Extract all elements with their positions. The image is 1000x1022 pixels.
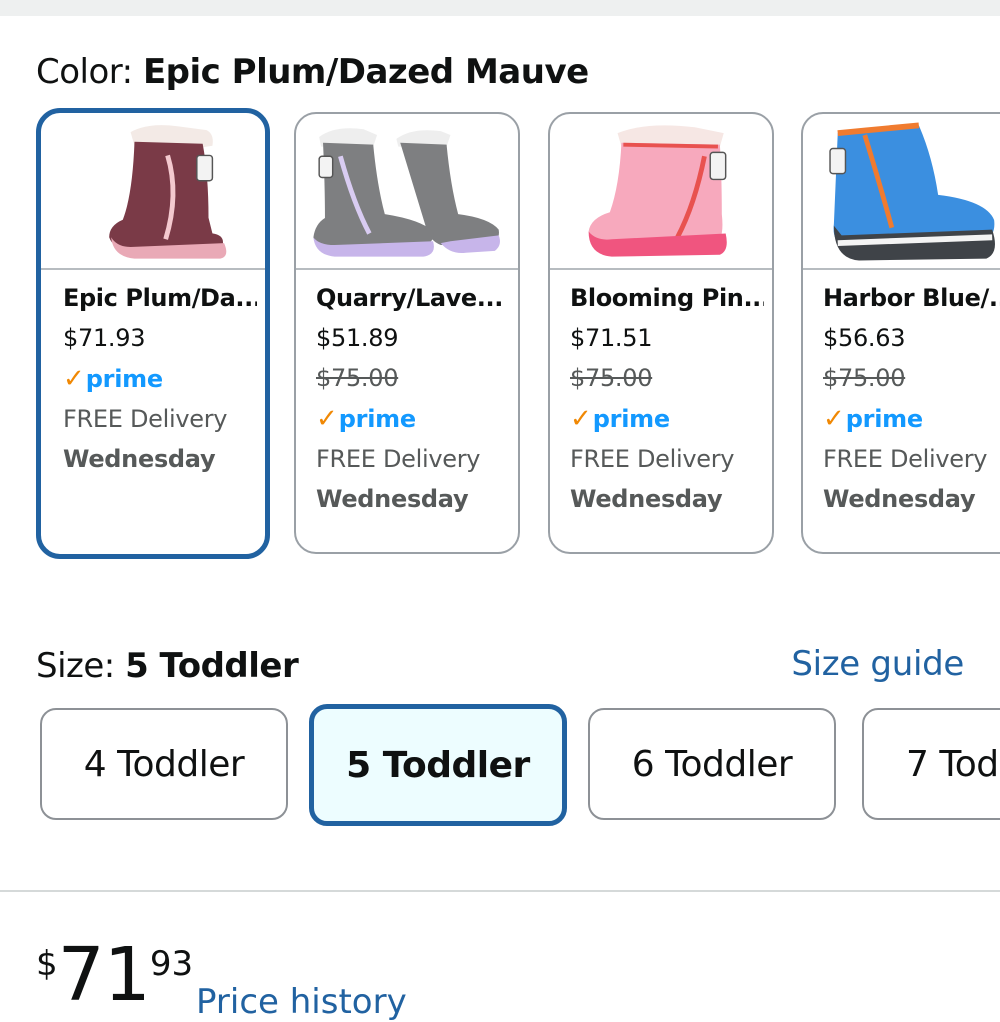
swatch-image bbox=[41, 113, 265, 270]
swatch-price: $71.51 bbox=[570, 324, 653, 352]
swatch-price: $51.89 bbox=[316, 324, 399, 352]
prime-wordmark: prime bbox=[85, 365, 163, 393]
color-label: Color: bbox=[36, 52, 143, 92]
size-option-4-toddler[interactable]: 4 Toddler bbox=[40, 708, 288, 820]
prime-check-icon: ✓ bbox=[316, 404, 338, 434]
prime-check-icon: ✓ bbox=[570, 404, 592, 434]
delivery-day: Wednesday bbox=[316, 485, 469, 513]
swatch-name: Harbor Blue/... bbox=[823, 284, 1000, 312]
swatch-list-price: $75.00 bbox=[823, 364, 906, 392]
price-whole: 71 bbox=[57, 932, 151, 1018]
swatch-card-blooming-pink[interactable]: Blooming Pin... $71.51 $75.00 ✓ prime FRE… bbox=[548, 112, 774, 554]
swatch-info: Blooming Pin... $71.51 $75.00 ✓ prime FRE… bbox=[570, 282, 764, 514]
size-selector: 4 Toddler 5 Toddler 6 Toddler 7 Toddler bbox=[0, 702, 1000, 830]
size-option-7-toddler[interactable]: 7 Toddler bbox=[862, 708, 1000, 820]
color-swatch-carousel: Epic Plum/Da... $71.93 ✓ prime FREE Deliv… bbox=[0, 106, 1000, 566]
swatch-image bbox=[803, 114, 1000, 270]
boot-image bbox=[109, 125, 227, 259]
prime-wordmark: prime bbox=[338, 405, 416, 433]
delivery-day: Wednesday bbox=[63, 445, 216, 473]
swatch-image bbox=[296, 114, 518, 270]
color-heading: Color: Epic Plum/Dazed Mauve bbox=[36, 52, 589, 92]
boot-image bbox=[313, 128, 500, 257]
size-selected-value: 5 Toddler bbox=[125, 646, 299, 686]
prime-wordmark: prime bbox=[592, 405, 670, 433]
prime-badge: ✓ prime bbox=[316, 404, 510, 434]
prime-check-icon: ✓ bbox=[63, 364, 85, 394]
swatch-info: Harbor Blue/... $56.63 $75.00 ✓ prime FRE… bbox=[823, 282, 1000, 514]
delivery-text: FREE Delivery bbox=[570, 445, 735, 473]
swatch-price: $56.63 bbox=[823, 324, 906, 352]
size-option-6-toddler[interactable]: 6 Toddler bbox=[588, 708, 836, 820]
size-label: Size: bbox=[36, 646, 126, 686]
prime-wordmark: prime bbox=[845, 405, 923, 433]
size-option-5-toddler[interactable]: 5 Toddler bbox=[309, 704, 567, 826]
price-fraction: 93 bbox=[149, 944, 194, 984]
swatch-info: Epic Plum/Da... $71.93 ✓ prime FREE Deliv… bbox=[63, 282, 257, 474]
price-history-link[interactable]: Price history bbox=[196, 982, 407, 1022]
color-selected-value: Epic Plum/Dazed Mauve bbox=[142, 52, 589, 92]
swatch-price: $71.93 bbox=[63, 324, 146, 352]
price-display: $7193 bbox=[36, 938, 193, 1012]
section-divider bbox=[0, 890, 1000, 892]
size-heading: Size: 5 Toddler bbox=[36, 646, 299, 686]
swatch-image bbox=[550, 114, 772, 270]
boot-image bbox=[588, 125, 727, 257]
prime-badge: ✓ prime bbox=[570, 404, 764, 434]
price-currency: $ bbox=[36, 944, 58, 984]
delivery-day: Wednesday bbox=[823, 485, 976, 513]
prime-badge: ✓ prime bbox=[823, 404, 1000, 434]
swatch-name: Epic Plum/Da... bbox=[63, 284, 257, 312]
swatch-info: Quarry/Lave... $51.89 $75.00 ✓ prime FREE… bbox=[316, 282, 510, 514]
boot-image bbox=[829, 122, 995, 261]
delivery-text: FREE Delivery bbox=[63, 405, 228, 433]
size-guide-link[interactable]: Size guide bbox=[791, 644, 964, 684]
swatch-card-harbor-blue[interactable]: Harbor Blue/... $56.63 $75.00 ✓ prime FRE… bbox=[801, 112, 1000, 554]
delivery-text: FREE Delivery bbox=[316, 445, 481, 473]
swatch-list-price: $75.00 bbox=[570, 364, 653, 392]
swatch-card-epic-plum[interactable]: Epic Plum/Da... $71.93 ✓ prime FREE Deliv… bbox=[36, 108, 270, 559]
swatch-list-price: $75.00 bbox=[316, 364, 399, 392]
swatch-name: Blooming Pin... bbox=[570, 284, 764, 312]
prime-badge: ✓ prime bbox=[63, 364, 257, 394]
swatch-name: Quarry/Lave... bbox=[316, 284, 503, 312]
delivery-text: FREE Delivery bbox=[823, 445, 988, 473]
top-bar bbox=[0, 0, 1000, 16]
swatch-card-quarry-lavender[interactable]: Quarry/Lave... $51.89 $75.00 ✓ prime FREE… bbox=[294, 112, 520, 554]
prime-check-icon: ✓ bbox=[823, 404, 845, 434]
delivery-day: Wednesday bbox=[570, 485, 723, 513]
